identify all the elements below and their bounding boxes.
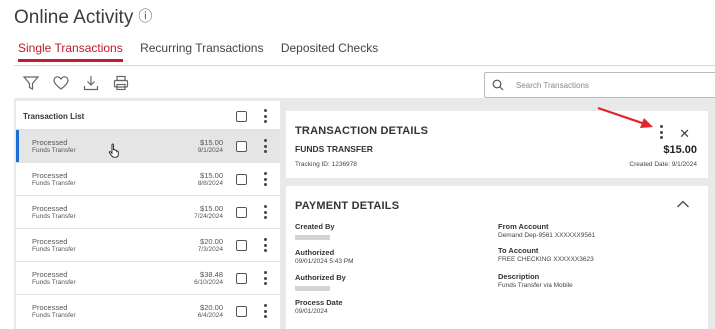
tab-bar: Single Transactions Recurring Transactio… [18, 41, 392, 62]
print-icon[interactable] [112, 74, 130, 92]
tabs-divider [14, 65, 715, 66]
row-amount: $15.00 [200, 204, 223, 213]
details-more-icon[interactable] [659, 125, 663, 139]
tab-recurring-transactions[interactable]: Recurring Transactions [140, 41, 263, 62]
close-icon[interactable]: ✕ [679, 126, 690, 142]
row-status: Processed [32, 303, 68, 312]
authorized-by-label: Authorized By [295, 273, 346, 282]
row-type: Funds Transfer [32, 279, 76, 286]
authorized-value: 09/01/2024 5:43 PM [295, 258, 354, 265]
row-checkbox[interactable] [236, 273, 247, 284]
authorized-label: Authorized [295, 248, 335, 257]
row-checkbox[interactable] [236, 141, 247, 152]
payment-details-title: PAYMENT DETAILS [295, 200, 400, 212]
search-icon [492, 79, 504, 91]
list-more-icon[interactable] [263, 109, 267, 123]
transaction-row[interactable]: Processed Funds Transfer $38.48 6/10/202… [16, 261, 280, 294]
page-title: Online Activity ⓘ [14, 6, 152, 29]
page-title-text: Online Activity [14, 7, 134, 28]
list-header: Transaction List [16, 101, 280, 129]
tab-single-transactions[interactable]: Single Transactions [18, 41, 123, 62]
filter-icon[interactable] [22, 74, 40, 92]
search-box [484, 72, 715, 98]
from-account-value: Demand Dep-9561 XXXXXX9561 [498, 232, 596, 239]
row-date: 6/4/2024 [197, 312, 223, 319]
chevron-up-icon[interactable] [676, 199, 690, 209]
row-checkbox[interactable] [236, 306, 247, 317]
row-checkbox[interactable] [236, 240, 247, 251]
row-amount: $15.00 [200, 171, 223, 180]
tab-deposited-checks[interactable]: Deposited Checks [281, 41, 378, 62]
created-date: Created Date: 9/1/2024 [629, 161, 697, 168]
download-icon[interactable] [82, 74, 100, 92]
help-icon[interactable]: ⓘ [138, 8, 152, 24]
payment-details-card: PAYMENT DETAILS Created By Authorized 09… [286, 186, 708, 329]
to-account-label: To Account [498, 246, 539, 255]
process-date-label: Process Date [295, 298, 343, 307]
row-amount: $20.00 [200, 303, 223, 312]
authorized-by-redacted [295, 286, 330, 291]
row-status: Processed [32, 138, 68, 147]
row-status: Processed [32, 171, 68, 180]
transaction-details-card: TRANSACTION DETAILS ✕ FUNDS TRANSFER $15… [286, 111, 708, 178]
row-more-icon[interactable] [263, 205, 267, 219]
row-more-icon[interactable] [263, 304, 267, 318]
heart-icon[interactable] [52, 74, 70, 92]
search-input[interactable] [514, 79, 698, 91]
created-by-redacted [295, 235, 330, 240]
transaction-row[interactable]: Processed Funds Transfer $15.00 8/8/2024 [16, 162, 280, 195]
row-date: 9/1/2024 [197, 147, 223, 154]
toolbar [22, 74, 130, 92]
created-by-label: Created By [295, 222, 335, 231]
row-checkbox[interactable] [236, 174, 247, 185]
row-more-icon[interactable] [263, 172, 267, 186]
transaction-amount: $15.00 [663, 144, 697, 156]
row-type: Funds Transfer [32, 180, 76, 187]
row-more-icon[interactable] [263, 139, 267, 153]
row-checkbox[interactable] [236, 207, 247, 218]
row-amount: $15.00 [200, 138, 223, 147]
hand-cursor-icon [108, 143, 119, 158]
description-label: Description [498, 272, 540, 281]
list-header-title: Transaction List [23, 112, 85, 121]
row-type: Funds Transfer [32, 213, 76, 220]
row-date: 6/10/2024 [194, 279, 223, 286]
row-date: 7/3/2024 [197, 246, 223, 253]
transaction-details-title: TRANSACTION DETAILS [295, 125, 429, 137]
row-date: 7/24/2024 [194, 213, 223, 220]
transaction-row[interactable]: Processed Funds Transfer $15.00 9/1/2024 [16, 129, 280, 162]
row-type: Funds Transfer [32, 147, 76, 154]
transaction-row[interactable]: Processed Funds Transfer $20.00 7/3/2024 [16, 228, 280, 261]
to-account-value: FREE CHECKING XXXXXX3623 [498, 256, 594, 263]
row-type: Funds Transfer [32, 312, 76, 319]
description-value: Funds Transfer via Mobile [498, 282, 573, 289]
transaction-row[interactable]: Processed Funds Transfer $20.00 6/4/2024 [16, 294, 280, 327]
row-status: Processed [32, 270, 68, 279]
row-status: Processed [32, 204, 68, 213]
row-more-icon[interactable] [263, 238, 267, 252]
row-more-icon[interactable] [263, 271, 267, 285]
transaction-type: FUNDS TRANSFER [295, 144, 373, 154]
select-all-checkbox[interactable] [236, 111, 247, 122]
row-status: Processed [32, 237, 68, 246]
row-type: Funds Transfer [32, 246, 76, 253]
from-account-label: From Account [498, 222, 549, 231]
row-amount: $38.48 [200, 270, 223, 279]
row-date: 8/8/2024 [197, 180, 223, 187]
transaction-row[interactable]: Processed Funds Transfer $15.00 7/24/202… [16, 195, 280, 228]
tracking-id: Tracking ID: 1236978 [295, 161, 357, 168]
row-amount: $20.00 [200, 237, 223, 246]
process-date-value: 09/01/2024 [295, 308, 328, 315]
transaction-list: Transaction List Processed Funds Transfe… [16, 101, 280, 329]
